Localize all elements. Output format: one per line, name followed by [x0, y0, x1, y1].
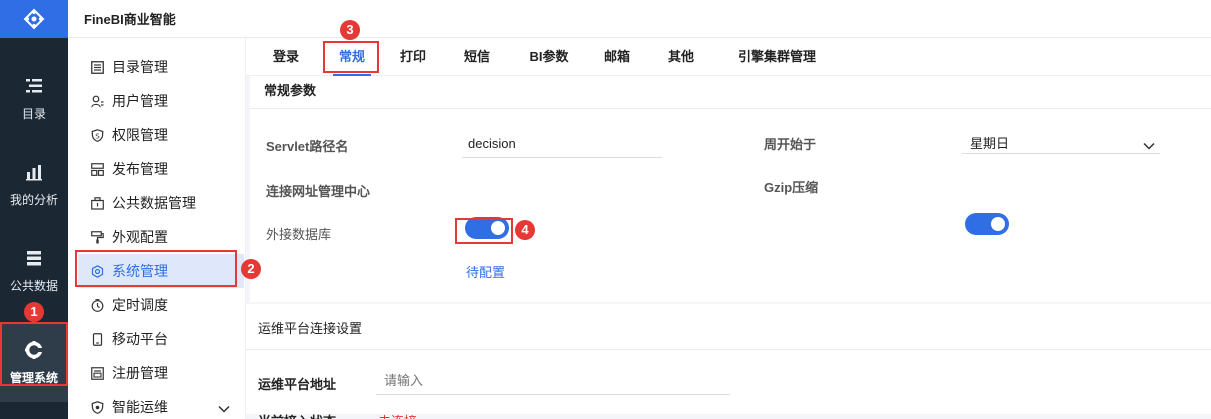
- tab-engine-cluster[interactable]: 引擎集群管理: [724, 38, 830, 76]
- clock-icon: [90, 298, 104, 312]
- servlet-label: Servlet路径名: [266, 139, 349, 154]
- url-center-toggle[interactable]: [465, 217, 509, 239]
- sidebar-item-label: 目录管理: [112, 59, 168, 75]
- sidebar-item-mobile[interactable]: 移动平台: [78, 322, 244, 356]
- sidebar-item-label: 移动平台: [112, 331, 168, 347]
- briefcase-icon: [90, 196, 104, 210]
- gear-icon: [23, 339, 45, 361]
- tab-email[interactable]: 邮箱: [595, 38, 639, 76]
- sidebar-item-label: 定时调度: [112, 297, 168, 313]
- system-sidebar: 目录管理 用户管理 S 权限管理 发布管理 公共数据管理 外观配置 系统管理 定…: [68, 38, 246, 419]
- step-marker-3: 3: [340, 20, 360, 40]
- top-bar: FineBI商业智能: [68, 0, 1211, 38]
- chevron-down-icon[interactable]: [218, 400, 230, 416]
- ops-address-input[interactable]: [376, 367, 730, 395]
- paint-roller-icon: [90, 230, 104, 244]
- sidebar-item-schedule[interactable]: 定时调度: [78, 288, 244, 322]
- sidebar-item-catalog-mgmt[interactable]: 目录管理: [78, 50, 244, 84]
- catalog-icon: [23, 75, 45, 97]
- list-icon: [90, 60, 104, 74]
- tab-other[interactable]: 其他: [659, 38, 703, 76]
- section-title: 运维平台连接设置: [258, 321, 363, 336]
- rail-label: 我的分析: [9, 192, 58, 207]
- sidebar-item-appearance[interactable]: 外观配置: [78, 220, 244, 254]
- ops-status-value: 未连接: [378, 411, 417, 419]
- week-start-select[interactable]: 星期日: [970, 133, 1009, 152]
- sidebar-item-system-mgmt[interactable]: 系统管理: [78, 254, 244, 288]
- rail-label: 目录: [21, 106, 46, 121]
- sidebar-item-label: 权限管理: [112, 127, 168, 143]
- ext-db-label: 外接数据库: [266, 227, 332, 242]
- rail-item-management[interactable]: 管理系统: [0, 322, 68, 402]
- sidebar-item-smart-ops[interactable]: 智能运维: [78, 390, 244, 419]
- rail-label: 管理系统: [9, 370, 58, 385]
- rail-item-catalog[interactable]: 目录: [0, 58, 68, 138]
- shield-icon: S: [90, 128, 104, 142]
- sidebar-item-label: 系统管理: [112, 263, 168, 279]
- sidebar-item-registration[interactable]: 注册管理: [78, 356, 244, 390]
- step-marker-1: 1: [24, 302, 44, 322]
- rail-label: 公共数据: [9, 278, 58, 293]
- sidebar-item-label: 用户管理: [112, 93, 168, 109]
- sidebar-item-label: 公共数据管理: [112, 195, 196, 211]
- ops-icon: [90, 400, 104, 414]
- publish-icon: [90, 162, 104, 176]
- tab-bi-params[interactable]: BI参数: [521, 38, 577, 76]
- rail-item-public-data[interactable]: 公共数据: [0, 230, 68, 310]
- week-start-underline: [962, 153, 1160, 154]
- svg-text:S: S: [95, 132, 100, 140]
- servlet-underline: [462, 157, 662, 158]
- chevron-down-icon[interactable]: [1143, 138, 1155, 153]
- general-params-panel: 常规参数 Servlet路径名 decision 周开始于 星期日 连接网址管理…: [250, 76, 1211, 302]
- sidebar-item-label: 外观配置: [112, 229, 168, 245]
- ext-db-configure-button[interactable]: 待配置: [466, 262, 505, 281]
- week-start-label: 周开始于: [764, 137, 817, 152]
- sidebar-item-publish-mgmt[interactable]: 发布管理: [78, 152, 244, 186]
- tab-print[interactable]: 打印: [391, 38, 435, 76]
- gzip-label: Gzip压缩: [764, 180, 819, 195]
- gzip-toggle[interactable]: [965, 213, 1009, 235]
- ops-connection-panel: 运维平台连接设置 运维平台地址 当前接入状态 未连接: [246, 304, 1211, 419]
- ops-address-label: 运维平台地址: [258, 377, 337, 392]
- app-title: FineBI商业智能: [84, 12, 176, 27]
- divider: [246, 349, 1211, 350]
- mobile-icon: [90, 332, 104, 346]
- registration-icon: [90, 366, 104, 380]
- sidebar-item-label: 发布管理: [112, 161, 168, 177]
- app-logo[interactable]: [0, 0, 68, 38]
- tab-general[interactable]: 常规: [327, 38, 377, 76]
- section-title: 常规参数: [264, 83, 317, 98]
- sidebar-item-user-mgmt[interactable]: 用户管理: [78, 84, 244, 118]
- sidebar-item-permission-mgmt[interactable]: S 权限管理: [78, 118, 244, 152]
- step-marker-2: 2: [241, 259, 261, 279]
- user-icon: [90, 94, 104, 108]
- main-content: 登录 常规 打印 短信 BI参数 邮箱 其他 引擎集群管理 常规参数 Servl…: [246, 38, 1211, 419]
- tab-sms[interactable]: 短信: [455, 38, 499, 76]
- icon-rail: 目录 我的分析 公共数据 管理系统: [0, 0, 68, 419]
- settings-tabs: 登录 常规 打印 短信 BI参数 邮箱 其他 引擎集群管理: [246, 38, 1211, 76]
- sidebar-item-public-data-mgmt[interactable]: 公共数据管理: [78, 186, 244, 220]
- step-marker-4: 4: [515, 220, 535, 240]
- ops-status-label: 当前接入状态: [258, 411, 336, 419]
- url-center-label: 连接网址管理中心: [266, 184, 371, 199]
- tab-login[interactable]: 登录: [264, 38, 308, 76]
- public-data-icon: [23, 247, 45, 269]
- settings-icon: [90, 264, 104, 278]
- sidebar-item-label: 智能运维: [112, 399, 168, 415]
- divider: [250, 108, 1211, 109]
- sidebar-item-label: 注册管理: [112, 365, 168, 381]
- analysis-icon: [23, 161, 45, 183]
- logo-icon: [23, 8, 45, 30]
- servlet-input[interactable]: decision: [468, 136, 516, 151]
- rail-item-analysis[interactable]: 我的分析: [0, 144, 68, 224]
